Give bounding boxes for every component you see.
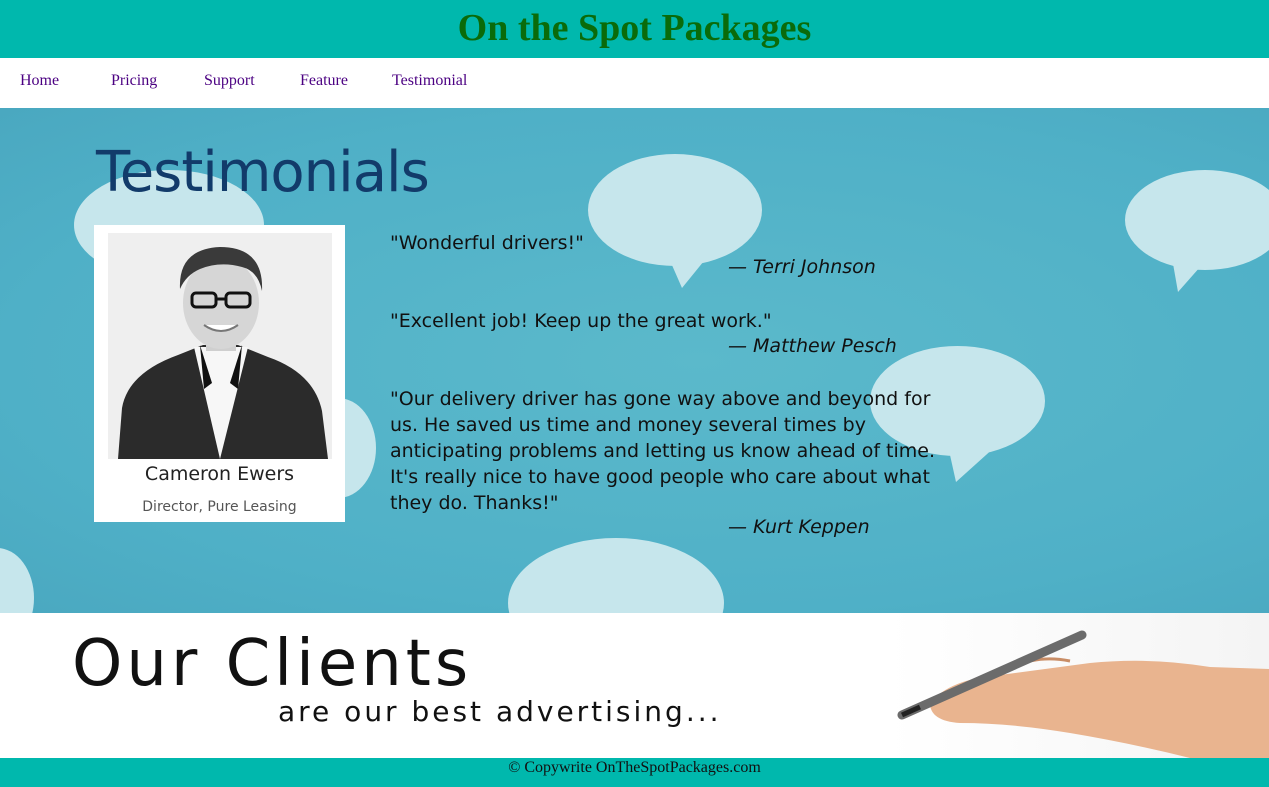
nav-testimonial-link[interactable]: Testimonial	[392, 72, 467, 90]
nav-support-link[interactable]: Support	[204, 72, 255, 90]
person-role: Director, Pure Leasing	[142, 499, 297, 515]
clients-subheading: are our best advertising...	[278, 695, 722, 728]
testimonial-quote: "Wonderful drivers!"	[390, 232, 584, 254]
featured-person-card: Cameron Ewers Director, Pure Leasing	[94, 225, 345, 522]
person-name: Cameron Ewers	[144, 463, 295, 485]
speech-bubble-tail	[1172, 258, 1208, 292]
speech-bubble-tail	[668, 256, 708, 288]
nav-feature-link[interactable]: Feature	[300, 72, 348, 90]
speech-bubble-decoration	[1125, 170, 1269, 270]
clients-heading: Our Clients	[72, 627, 473, 701]
nav-home-link[interactable]: Home	[20, 72, 59, 90]
testimonial-quote: "Excellent job! Keep up the great work."	[390, 310, 772, 332]
testimonial-author: — Terri Johnson	[728, 256, 876, 278]
testimonial-author: — Kurt Keppen	[728, 516, 870, 538]
site-header: On the Spot Packages	[0, 0, 1269, 58]
main-nav: Home Pricing Support Feature Testimonial	[0, 58, 1269, 108]
testimonial-author: — Matthew Pesch	[728, 335, 897, 357]
clients-banner: Our Clients are our best advertising...	[0, 613, 1269, 758]
testimonials-banner: Testimonials Cameron Ewers Director, Pur…	[0, 108, 1269, 613]
site-title: On the Spot Packages	[457, 7, 812, 49]
testimonial-quote: "Our delivery driver has gone way above …	[390, 388, 936, 514]
site-footer: © Copywrite OnTheSpotPackages.com	[0, 758, 1269, 787]
person-portrait-icon	[108, 233, 332, 459]
speech-bubble-tail	[948, 446, 996, 482]
nav-pricing-link[interactable]: Pricing	[111, 72, 157, 90]
speech-bubble-decoration	[508, 538, 724, 613]
copyright-text: © Copywrite OnTheSpotPackages.com	[508, 759, 761, 776]
testimonials-heading: Testimonials	[96, 140, 430, 205]
person-photo	[108, 233, 332, 459]
hand-with-pen-icon	[897, 630, 1269, 758]
speech-bubble-decoration	[0, 548, 34, 613]
